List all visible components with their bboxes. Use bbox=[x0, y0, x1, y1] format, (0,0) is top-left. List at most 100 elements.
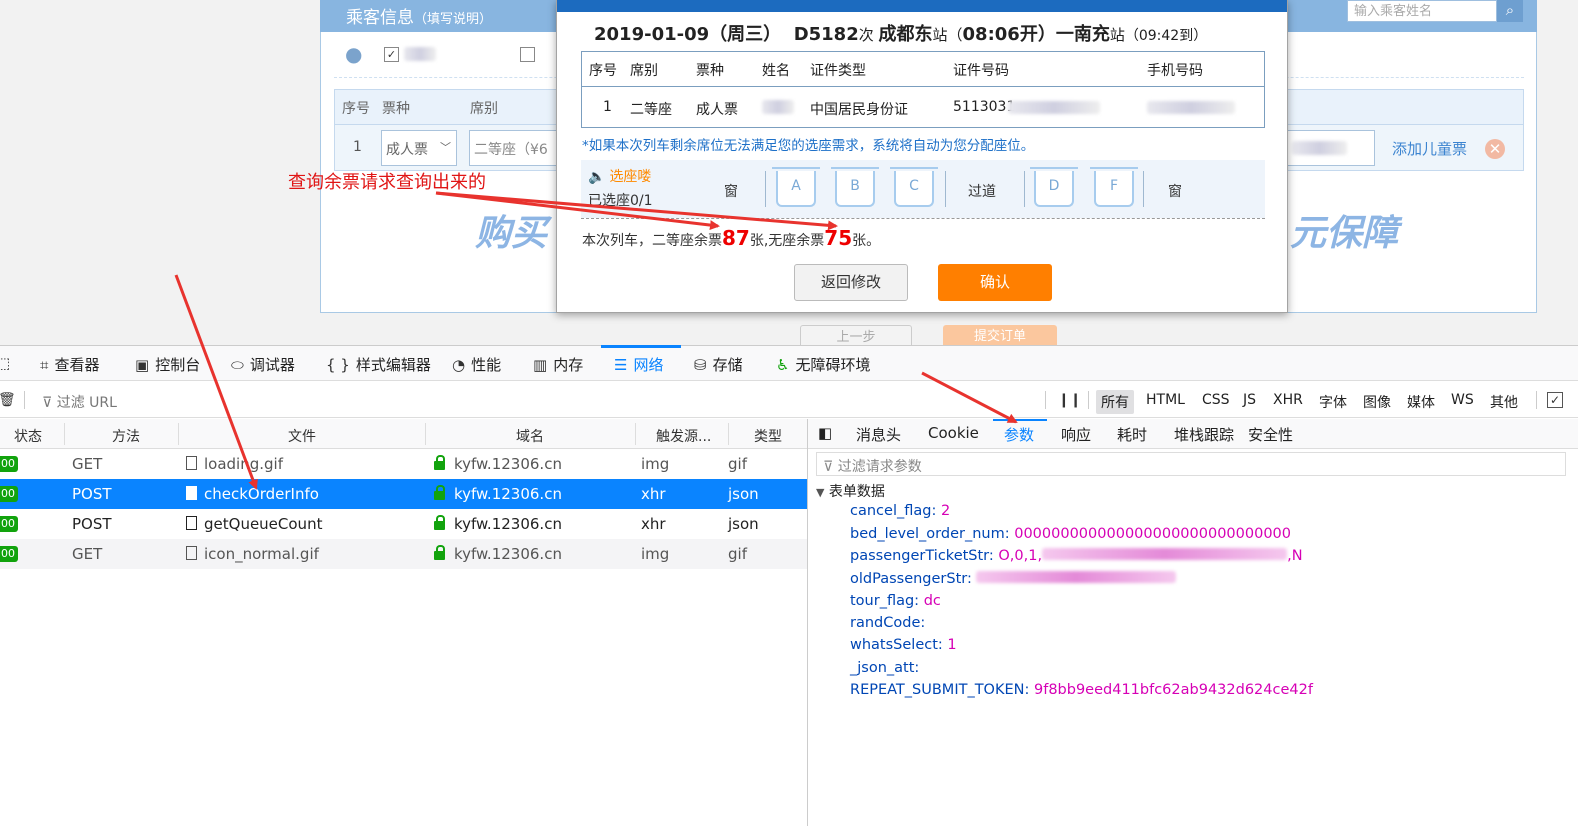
param-row: randCode: bbox=[850, 615, 925, 631]
filter-js[interactable]: JS bbox=[1238, 390, 1261, 410]
seat-f[interactable]: F bbox=[1090, 167, 1138, 207]
divider bbox=[64, 423, 65, 445]
filter-ws[interactable]: WS bbox=[1446, 390, 1479, 410]
pause-icon[interactable]: ❙❙ bbox=[1058, 392, 1081, 408]
status-badge: 200 bbox=[0, 546, 18, 562]
seat-a[interactable]: A bbox=[772, 167, 820, 207]
tab-style-editor[interactable]: { } 样式编辑器 bbox=[326, 354, 431, 375]
request-type: json bbox=[728, 515, 759, 533]
tab-headers[interactable]: 消息头 bbox=[856, 424, 901, 445]
col-file[interactable]: 文件 bbox=[288, 426, 316, 446]
status-badge: 200 bbox=[0, 456, 18, 472]
back-modify-button[interactable]: 返回修改 bbox=[794, 264, 908, 301]
tab-label: 控制台 bbox=[155, 356, 201, 374]
filter-css[interactable]: CSS bbox=[1197, 390, 1235, 410]
tab-performance[interactable]: ◔ 性能 bbox=[452, 354, 501, 375]
param-filter-input[interactable]: ⊽ 过滤请求参数 bbox=[816, 452, 1566, 476]
request-row[interactable]: 200 POST getQueueCount kyfw.12306.cn xhr… bbox=[0, 509, 808, 539]
request-method: POST bbox=[72, 485, 112, 503]
col-method[interactable]: 方法 bbox=[112, 426, 140, 446]
remove-icon[interactable]: ✕ bbox=[1485, 139, 1505, 159]
filter-url-input[interactable]: ⊽ 过滤 URL bbox=[42, 392, 117, 412]
lock-icon bbox=[434, 455, 445, 470]
filter-media[interactable]: 媒体 bbox=[1402, 390, 1440, 414]
param-row: tour_flag: dc bbox=[850, 593, 941, 609]
request-file: getQueueCount bbox=[204, 515, 323, 533]
tab-security[interactable]: 安全性 bbox=[1248, 424, 1293, 445]
no-seat-remaining: 75 bbox=[824, 226, 853, 250]
ticket-type-select[interactable]: 成人票 ﹀ bbox=[381, 130, 457, 166]
pick-element-icon[interactable]: ⬚ bbox=[0, 354, 10, 372]
request-row[interactable]: 200 GET loading.gif kyfw.12306.cn img gi… bbox=[0, 449, 808, 479]
request-row[interactable]: 200 GET icon_normal.gif kyfw.12306.cn im… bbox=[0, 539, 808, 569]
persist-logs-checkbox[interactable]: ✓ bbox=[1547, 392, 1563, 408]
tab-stack-trace[interactable]: 堆栈跟踪 bbox=[1174, 424, 1234, 445]
filter-images[interactable]: 图像 bbox=[1358, 390, 1396, 414]
arrive-time: （09:42到） bbox=[1124, 28, 1208, 44]
trash-icon[interactable]: 🗑 bbox=[0, 392, 16, 408]
request-file: icon_normal.gif bbox=[204, 545, 319, 563]
seat-c[interactable]: C bbox=[890, 167, 938, 207]
tab-accessibility[interactable]: ♿ 无障碍环境 bbox=[776, 354, 870, 375]
add-child-ticket-link[interactable]: 添加儿童票 bbox=[1392, 138, 1467, 159]
request-detail-tabs: ◧ 消息头 Cookie 参数 响应 耗时 堆栈跟踪 安全性 bbox=[808, 419, 1578, 449]
param-key: _json_att: bbox=[850, 660, 920, 676]
filter-xhr[interactable]: XHR bbox=[1268, 390, 1308, 410]
request-domain: kyfw.12306.cn bbox=[454, 515, 562, 533]
tab-network[interactable]: ☰ 网络 bbox=[614, 354, 663, 375]
filter-html[interactable]: HTML bbox=[1141, 390, 1190, 410]
filter-all[interactable]: 所有 bbox=[1096, 390, 1134, 414]
col-domain[interactable]: 域名 bbox=[516, 426, 544, 446]
request-domain: kyfw.12306.cn bbox=[454, 545, 562, 563]
form-data-title: 表单数据 bbox=[828, 484, 885, 500]
trip-date: 2019-01-09（周三） bbox=[594, 24, 782, 45]
request-row-selected[interactable]: 200 POST checkOrderInfo kyfw.12306.cn xh… bbox=[0, 479, 808, 509]
form-data-section[interactable]: ▼ 表单数据 bbox=[816, 481, 885, 501]
hdr-ticket: 票种 bbox=[696, 63, 724, 79]
tab-debugger[interactable]: ⬭ 调试器 bbox=[231, 354, 295, 375]
passenger-checkbox[interactable]: ✓ bbox=[384, 47, 399, 62]
section-hint-link[interactable]: （填写说明） bbox=[414, 12, 492, 27]
speaker-icon: 🔈 bbox=[588, 169, 606, 185]
redacted-value bbox=[976, 571, 1177, 583]
tab-timings[interactable]: 耗时 bbox=[1117, 424, 1147, 445]
prev-step-button[interactable]: 上一步 bbox=[800, 325, 912, 347]
request-domain: kyfw.12306.cn bbox=[454, 455, 562, 473]
tab-cookie[interactable]: Cookie bbox=[928, 424, 979, 442]
choose-seat-label: 🔈 选座喽 bbox=[588, 166, 651, 186]
tab-inspector[interactable]: ⌗ 查看器 bbox=[40, 354, 99, 375]
submit-order-button[interactable]: 提交订单 bbox=[943, 325, 1057, 347]
divider bbox=[425, 423, 426, 445]
param-row: oldPassengerStr: bbox=[850, 571, 1177, 587]
filter-fonts[interactable]: 字体 bbox=[1314, 390, 1352, 414]
tab-response[interactable]: 响应 bbox=[1061, 424, 1091, 445]
col-status[interactable]: 状态 bbox=[14, 426, 42, 446]
tab-storage[interactable]: ⛁ 存储 bbox=[694, 354, 743, 375]
toggle-sidebar-icon[interactable]: ◧ bbox=[818, 424, 832, 442]
search-icon[interactable]: ⌕ bbox=[1497, 0, 1523, 22]
tab-params[interactable]: 参数 bbox=[1004, 424, 1034, 445]
phone-input[interactable] bbox=[1285, 130, 1375, 166]
phone-redacted bbox=[1292, 141, 1347, 155]
param-value-tail: ,N bbox=[1287, 548, 1303, 564]
param-key: randCode: bbox=[850, 615, 926, 631]
tab-memory[interactable]: ▥ 内存 bbox=[533, 354, 583, 375]
train-number: D5182 bbox=[793, 24, 859, 45]
tab-console[interactable]: ▣ 控制台 bbox=[135, 354, 200, 375]
hdr-id-type: 证件类型 bbox=[810, 63, 866, 79]
confirm-button[interactable]: 确认 bbox=[938, 264, 1052, 301]
seat-allocation-tip: *如果本次列车剩余席位无法满足您的选座需求，系统将自动为您分配座位。 bbox=[582, 138, 1035, 154]
param-row: _json_att: bbox=[850, 660, 919, 676]
aisle-label: 过道 bbox=[968, 184, 996, 200]
divider bbox=[1088, 391, 1089, 409]
passenger-search-input[interactable]: 输入乘客姓名 bbox=[1347, 0, 1497, 22]
seat-d[interactable]: D bbox=[1030, 167, 1078, 207]
filter-other[interactable]: 其他 bbox=[1485, 390, 1523, 414]
seat-class-select[interactable]: 二等座（¥6 bbox=[469, 130, 559, 166]
col-cause[interactable]: 触发源... bbox=[656, 426, 711, 446]
passenger-checkbox-2[interactable] bbox=[520, 47, 535, 62]
seat-b[interactable]: B bbox=[831, 167, 879, 207]
filter-placeholder: 过滤 URL bbox=[56, 395, 117, 411]
panel-splitter[interactable] bbox=[807, 419, 808, 826]
col-type[interactable]: 类型 bbox=[754, 426, 782, 446]
